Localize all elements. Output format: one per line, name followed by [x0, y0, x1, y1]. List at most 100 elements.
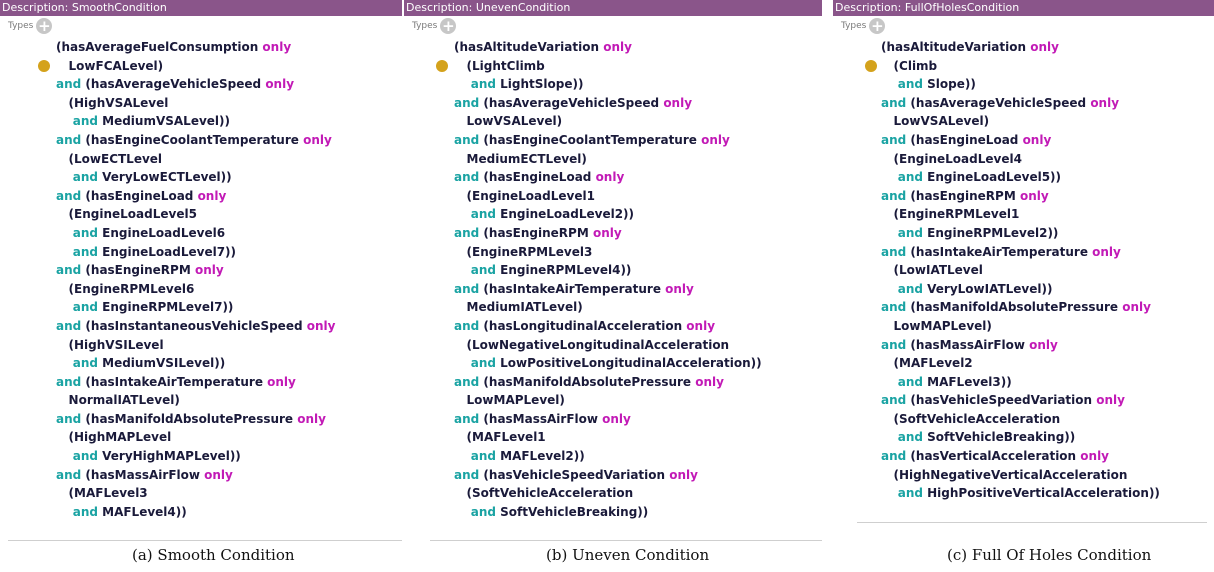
expression-line: and (hasEngineRPM only: [56, 261, 335, 280]
expression-text: LowVSALevel): [881, 114, 990, 129]
expression-text: (HighVSALevel: [56, 95, 169, 110]
expression-line: and (hasManifoldAbsolutePressure only: [56, 410, 335, 429]
panel-full-of-holes: Description: FullOfHolesCondition Types …: [833, 0, 1214, 540]
expression-text: (hasAltitudeVariation: [881, 40, 1031, 54]
expression-text: EngineLoadLevel7)): [97, 244, 237, 259]
expression-line: and (hasEngineRPM only: [881, 187, 1160, 206]
plus-circle-icon[interactable]: +: [36, 18, 53, 34]
keyword-and: and: [881, 337, 907, 352]
keyword-only: only: [592, 225, 622, 240]
expression-line: (HighNegativeVerticalAcceleration: [881, 466, 1160, 485]
keyword-and: and: [56, 263, 82, 278]
expression-line: and (hasAverageVehicleSpeed only: [56, 75, 335, 94]
expression-line: LowMAPLevel): [881, 317, 1160, 336]
expression-line: and (hasIntakeAirTemperature only: [881, 243, 1160, 262]
expression-text: (hasAverageVehicleSpeed: [479, 95, 664, 110]
keyword-and: and: [454, 374, 480, 389]
expression-text: LowVSALevel): [454, 114, 563, 129]
expression-text: (hasVehicleSpeedVariation: [906, 393, 1097, 408]
expression-text: (LowIATLevel: [881, 263, 983, 278]
expression-text: [454, 449, 471, 463]
expression-line: (SoftVehicleAcceleration: [881, 410, 1160, 429]
keyword-only: only: [1096, 393, 1125, 408]
expression-text: (EngineLoadLevel1: [454, 188, 595, 203]
keyword-and: and: [72, 504, 98, 519]
expression-text: (hasEngineCoolantTemperature: [81, 132, 304, 147]
keyword-and: and: [56, 77, 82, 92]
expression-text: [56, 170, 73, 184]
class-expression: (hasAltitudeVariation only (LightClimb a…: [454, 38, 762, 521]
keyword-only: only: [1122, 300, 1151, 315]
expression-text: (hasMassAirFlow: [906, 337, 1030, 352]
expression-text: VeryHighMAPLevel)): [97, 449, 241, 464]
caption-c: (c) Full Of Holes Condition: [947, 546, 1152, 564]
caption-a: (a) Smooth Condition: [132, 546, 295, 564]
expression-text: [454, 77, 471, 91]
expression-line: (hasAltitudeVariation only: [881, 38, 1160, 57]
keyword-only: only: [1022, 132, 1052, 147]
expression-line: and (hasEngineLoad only: [56, 187, 335, 206]
expression-text: [881, 282, 898, 296]
expression-line: and MediumVSILevel)): [56, 354, 335, 373]
keyword-and: and: [897, 430, 923, 445]
expression-text: (hasLongitudinalAcceleration: [479, 318, 687, 333]
keyword-and: and: [897, 225, 923, 240]
expression-line: and MediumVSALevel)): [56, 112, 335, 131]
expression-text: (EngineRPMLevel6: [56, 281, 195, 296]
keyword-and: and: [56, 411, 82, 426]
expression-text: (hasEngineLoad: [81, 188, 198, 203]
divider: [8, 540, 402, 541]
expression-text: (hasIntakeAirTemperature: [81, 374, 268, 389]
expression-line: and (hasMassAirFlow only: [56, 466, 335, 485]
keyword-only: only: [197, 188, 227, 203]
expression-text: (EngineLoadLevel4: [881, 151, 1022, 166]
expression-text: MediumVSILevel)): [97, 356, 226, 371]
expression-line: (MAFLevel2: [881, 354, 1160, 373]
keyword-and: and: [470, 356, 496, 371]
expression-text: EngineLoadLevel2)): [495, 207, 635, 222]
keyword-and: and: [881, 300, 907, 315]
expression-text: (hasVehicleSpeedVariation: [479, 467, 670, 482]
keyword-and: and: [881, 132, 907, 147]
expression-text: (hasMassAirFlow: [81, 467, 205, 482]
keyword-and: and: [897, 486, 923, 501]
keyword-and: and: [454, 318, 480, 333]
keyword-only: only: [204, 467, 233, 482]
expression-line: and VeryLowECTLevel)): [56, 168, 335, 187]
class-dot-icon: [436, 60, 448, 72]
expression-text: (hasManifoldAbsolutePressure: [479, 374, 696, 389]
keyword-only: only: [695, 374, 724, 389]
keyword-and: and: [897, 170, 923, 185]
expression-text: LowFCALevel): [56, 58, 164, 73]
expression-line: (LowIATLevel: [881, 261, 1160, 280]
keyword-only: only: [669, 467, 698, 482]
expression-line: (Climb: [881, 57, 1160, 76]
keyword-and: and: [454, 281, 480, 296]
keyword-and: and: [454, 467, 480, 482]
expression-text: (hasVerticalAcceleration: [906, 449, 1081, 464]
panel-header: Description: FullOfHolesCondition: [833, 0, 1214, 16]
keyword-and: and: [881, 244, 907, 259]
expression-line: and EngineRPMLevel4)): [454, 261, 762, 280]
expression-line: (EngineRPMLevel1: [881, 205, 1160, 224]
expression-text: (hasAverageVehicleSpeed: [906, 95, 1091, 110]
expression-text: (hasAverageVehicleSpeed: [81, 77, 266, 92]
expression-line: and EngineLoadLevel6: [56, 224, 335, 243]
expression-text: (hasManifoldAbsolutePressure: [906, 300, 1123, 315]
plus-circle-icon[interactable]: +: [440, 18, 457, 34]
expression-text: EngineRPMLevel4)): [495, 263, 632, 278]
keyword-and: and: [881, 188, 907, 203]
expression-line: (MAFLevel1: [454, 428, 762, 447]
types-label: Types: [841, 21, 867, 31]
expression-text: (HighVSILevel: [56, 337, 164, 352]
expression-text: [56, 226, 73, 240]
plus-circle-icon[interactable]: +: [869, 18, 886, 34]
expression-text: [56, 245, 73, 259]
keyword-only: only: [1092, 244, 1121, 259]
expression-text: [881, 77, 898, 91]
expression-text: (HighMAPLevel: [56, 430, 172, 445]
expression-text: (LowECTLevel: [56, 151, 163, 166]
expression-line: and (hasEngineCoolantTemperature only: [454, 131, 762, 150]
expression-line: and VeryHighMAPLevel)): [56, 447, 335, 466]
keyword-only: only: [602, 411, 631, 426]
